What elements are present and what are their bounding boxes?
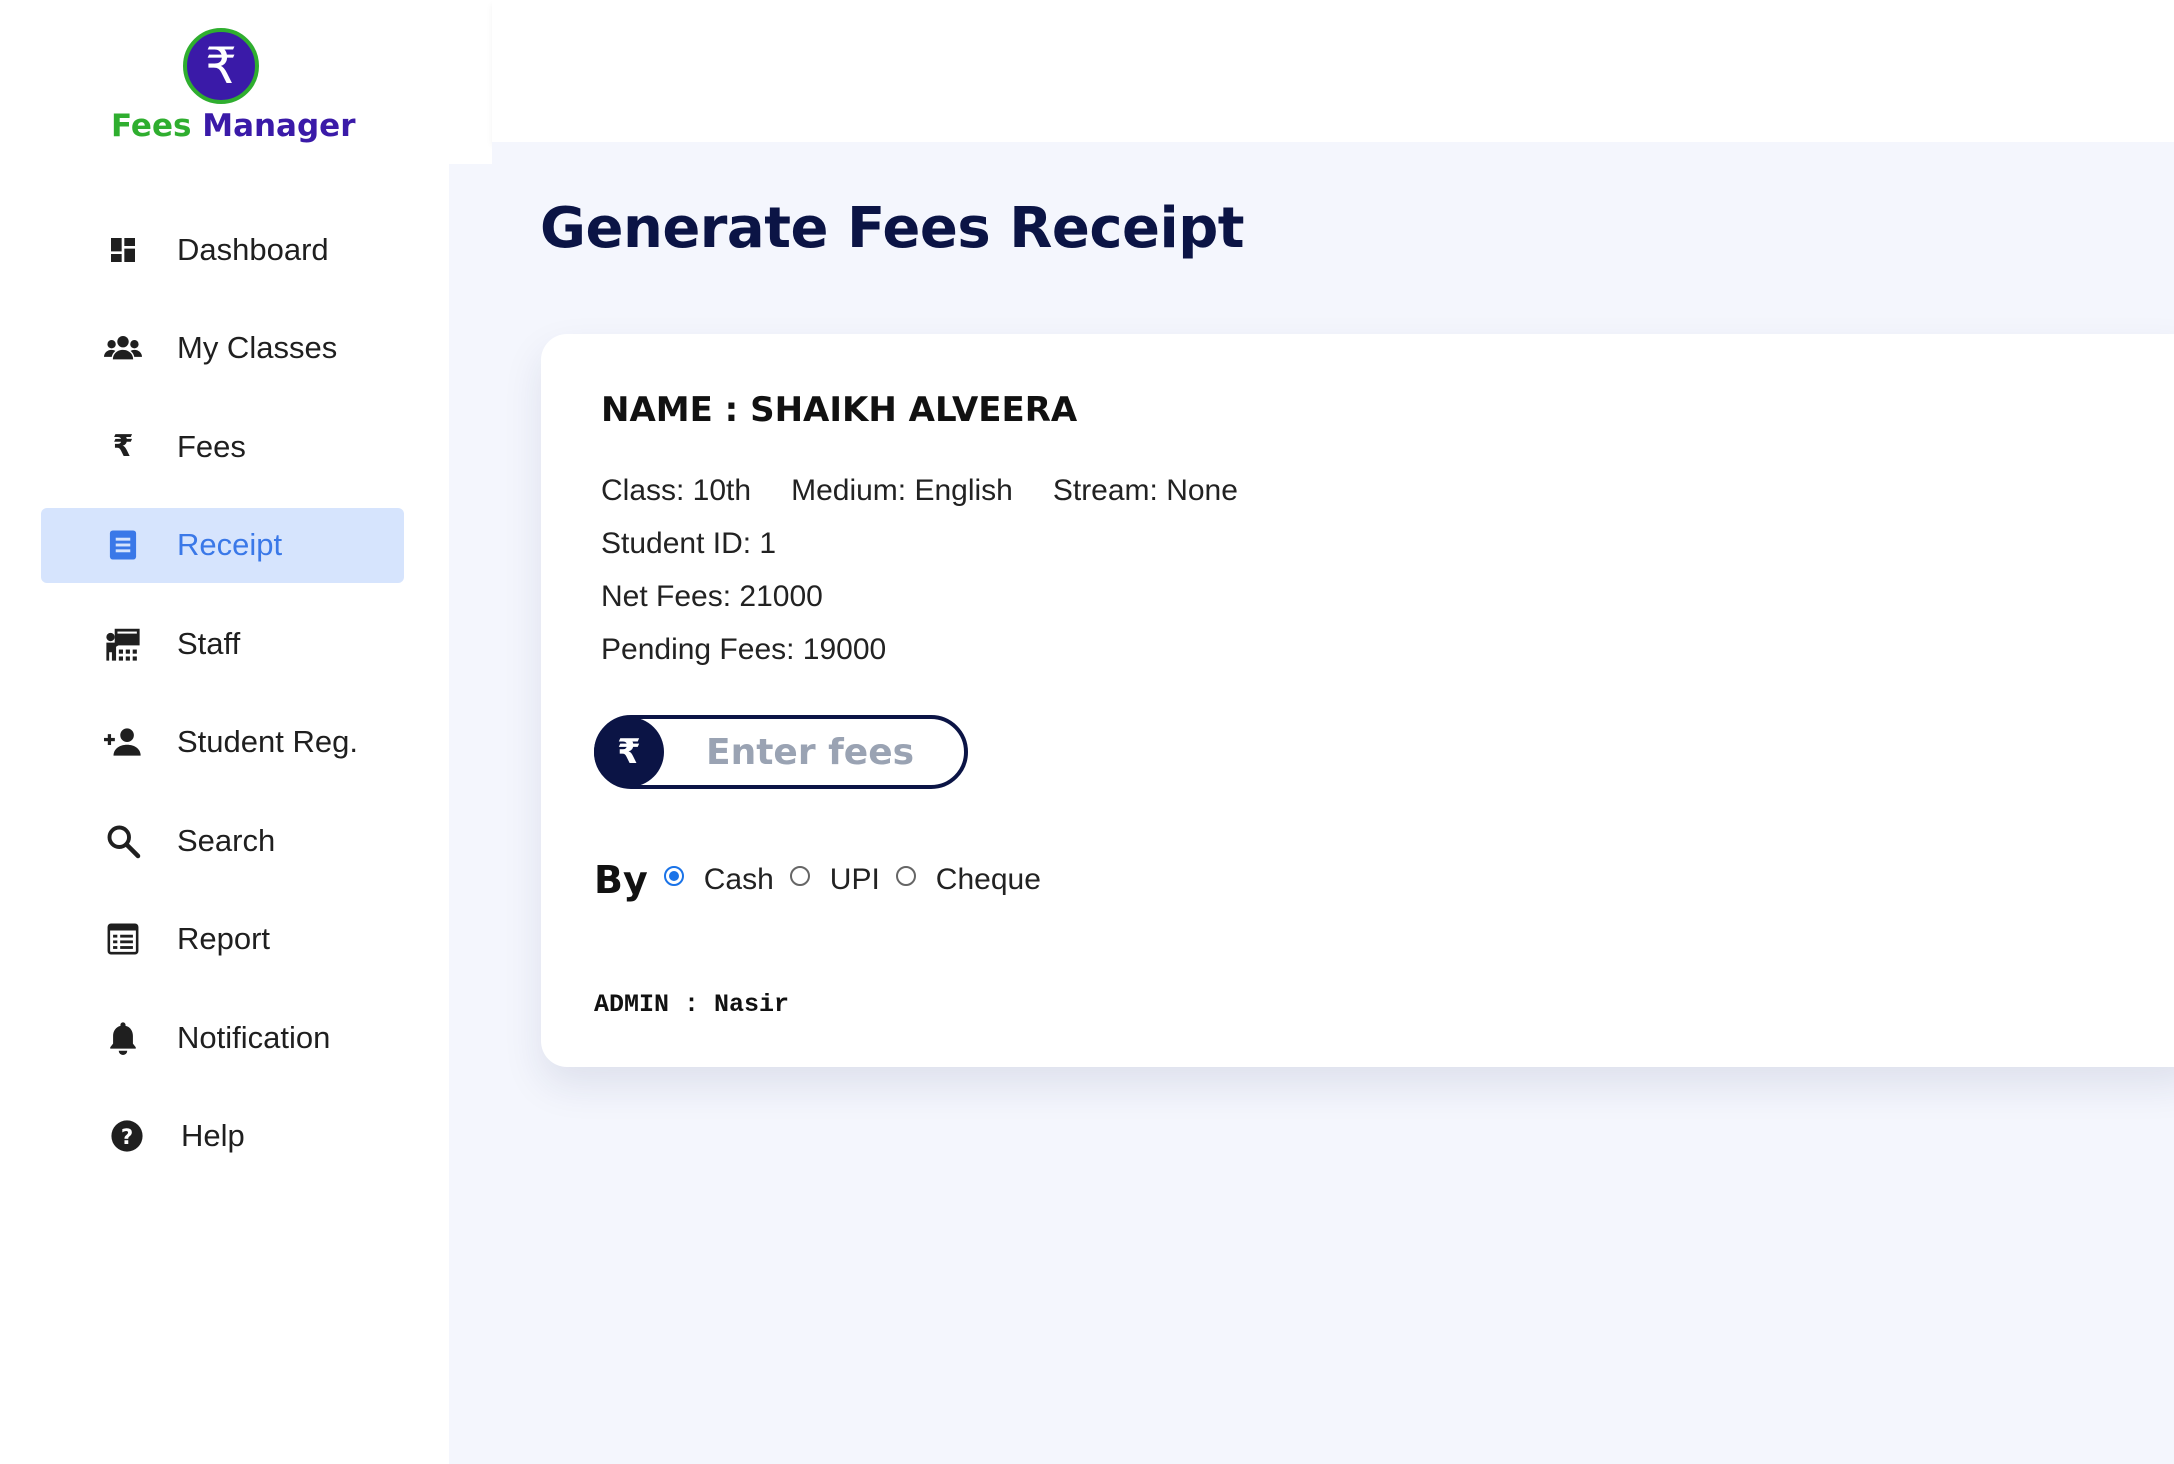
sidebar-item-report[interactable]: Report [41, 902, 404, 977]
student-id: Student ID: 1 [601, 527, 777, 560]
report-icon [103, 919, 143, 959]
sidebar-item-label: Help [181, 1118, 245, 1153]
rupee-icon: ₹ [594, 717, 664, 787]
student-details-row: Class: 10th Medium: English Stream: None [601, 474, 1238, 508]
payment-radio-cheque[interactable]: Cheque [895, 863, 1041, 897]
dashboard-icon [103, 230, 143, 270]
top-header [492, 0, 2174, 142]
sidebar-item-label: Student Reg. [177, 724, 358, 759]
sidebar-item-my-classes[interactable]: My Classes [41, 311, 404, 386]
sidebar-item-label: Staff [177, 625, 241, 661]
app-name: Fees Manager [111, 108, 355, 144]
staff-presentation-icon [103, 624, 143, 664]
payment-radio-upi[interactable]: UPI [789, 863, 880, 897]
radio-button-cash[interactable] [663, 866, 684, 886]
radio-label: UPI [829, 863, 880, 896]
radio-button-upi[interactable] [789, 866, 810, 886]
sidebar-item-label: Fees [177, 428, 246, 464]
sidebar-item-help[interactable]: ? Help [41, 1099, 404, 1174]
fees-input[interactable] [704, 730, 928, 774]
rupee-logo-icon: ₹ [183, 28, 259, 104]
sidebar-item-receipt[interactable]: Receipt [41, 507, 404, 583]
main-background-top [492, 142, 2174, 164]
radio-label: Cash [703, 863, 774, 896]
student-stream: Stream: None [1052, 474, 1238, 507]
sidebar-item-label: Dashboard [177, 231, 329, 267]
sidebar-item-notification[interactable]: Notification [41, 1000, 404, 1075]
sidebar-item-dashboard[interactable]: Dashboard [41, 212, 404, 287]
pending-fees: Pending Fees: 19000 [601, 633, 887, 666]
sidebar: ₹ Fees Manager Dashboard My Classes ₹ Fe… [0, 0, 449, 1464]
page-title: Generate Fees Receipt [540, 196, 1245, 261]
student-name: NAME : SHAIKH ALVEERA [601, 390, 1078, 430]
admin-name: ADMIN : Nasir [594, 990, 790, 1019]
sidebar-item-label: Report [177, 921, 271, 956]
sidebar-item-label: Notification [177, 1019, 331, 1055]
radio-button-cheque[interactable] [895, 866, 916, 886]
app-logo[interactable]: ₹ Fees Manager [111, 28, 355, 144]
payment-radio-cash[interactable]: Cash [663, 863, 774, 897]
person-add-icon [103, 722, 143, 762]
payment-method-group: By Cash UPI Cheque [594, 858, 1057, 902]
app-name-part2: Manager [202, 108, 356, 144]
sidebar-item-search[interactable]: Search [41, 803, 404, 878]
sidebar-item-label: Receipt [177, 527, 283, 562]
help-icon: ? [107, 1116, 147, 1156]
sidebar-item-label: Search [177, 822, 276, 858]
student-class: Class: 10th [601, 474, 752, 507]
rupee-icon: ₹ [112, 430, 134, 463]
bell-icon [103, 1018, 143, 1058]
app-name-part1: Fees [111, 108, 192, 144]
sidebar-item-student-reg[interactable]: Student Reg. [41, 705, 404, 780]
users-group-icon [103, 328, 143, 368]
svg-text:?: ? [121, 1125, 133, 1150]
sidebar-nav: Dashboard My Classes ₹ Fees Receipt Staf… [41, 212, 404, 1197]
payment-method-label: By [594, 858, 648, 902]
radio-label: Cheque [935, 863, 1041, 896]
receipt-icon [103, 525, 143, 565]
sidebar-item-fees[interactable]: ₹ Fees [41, 409, 404, 484]
fees-input-group: ₹ [594, 715, 968, 789]
receipt-card: NAME : SHAIKH ALVEERA Class: 10th Medium:… [541, 334, 2174, 1067]
student-medium: Medium: English [791, 474, 1013, 507]
net-fees: Net Fees: 21000 [601, 580, 823, 613]
sidebar-item-label: My Classes [177, 330, 338, 365]
sidebar-item-staff[interactable]: Staff [41, 606, 404, 681]
search-icon [103, 821, 143, 861]
